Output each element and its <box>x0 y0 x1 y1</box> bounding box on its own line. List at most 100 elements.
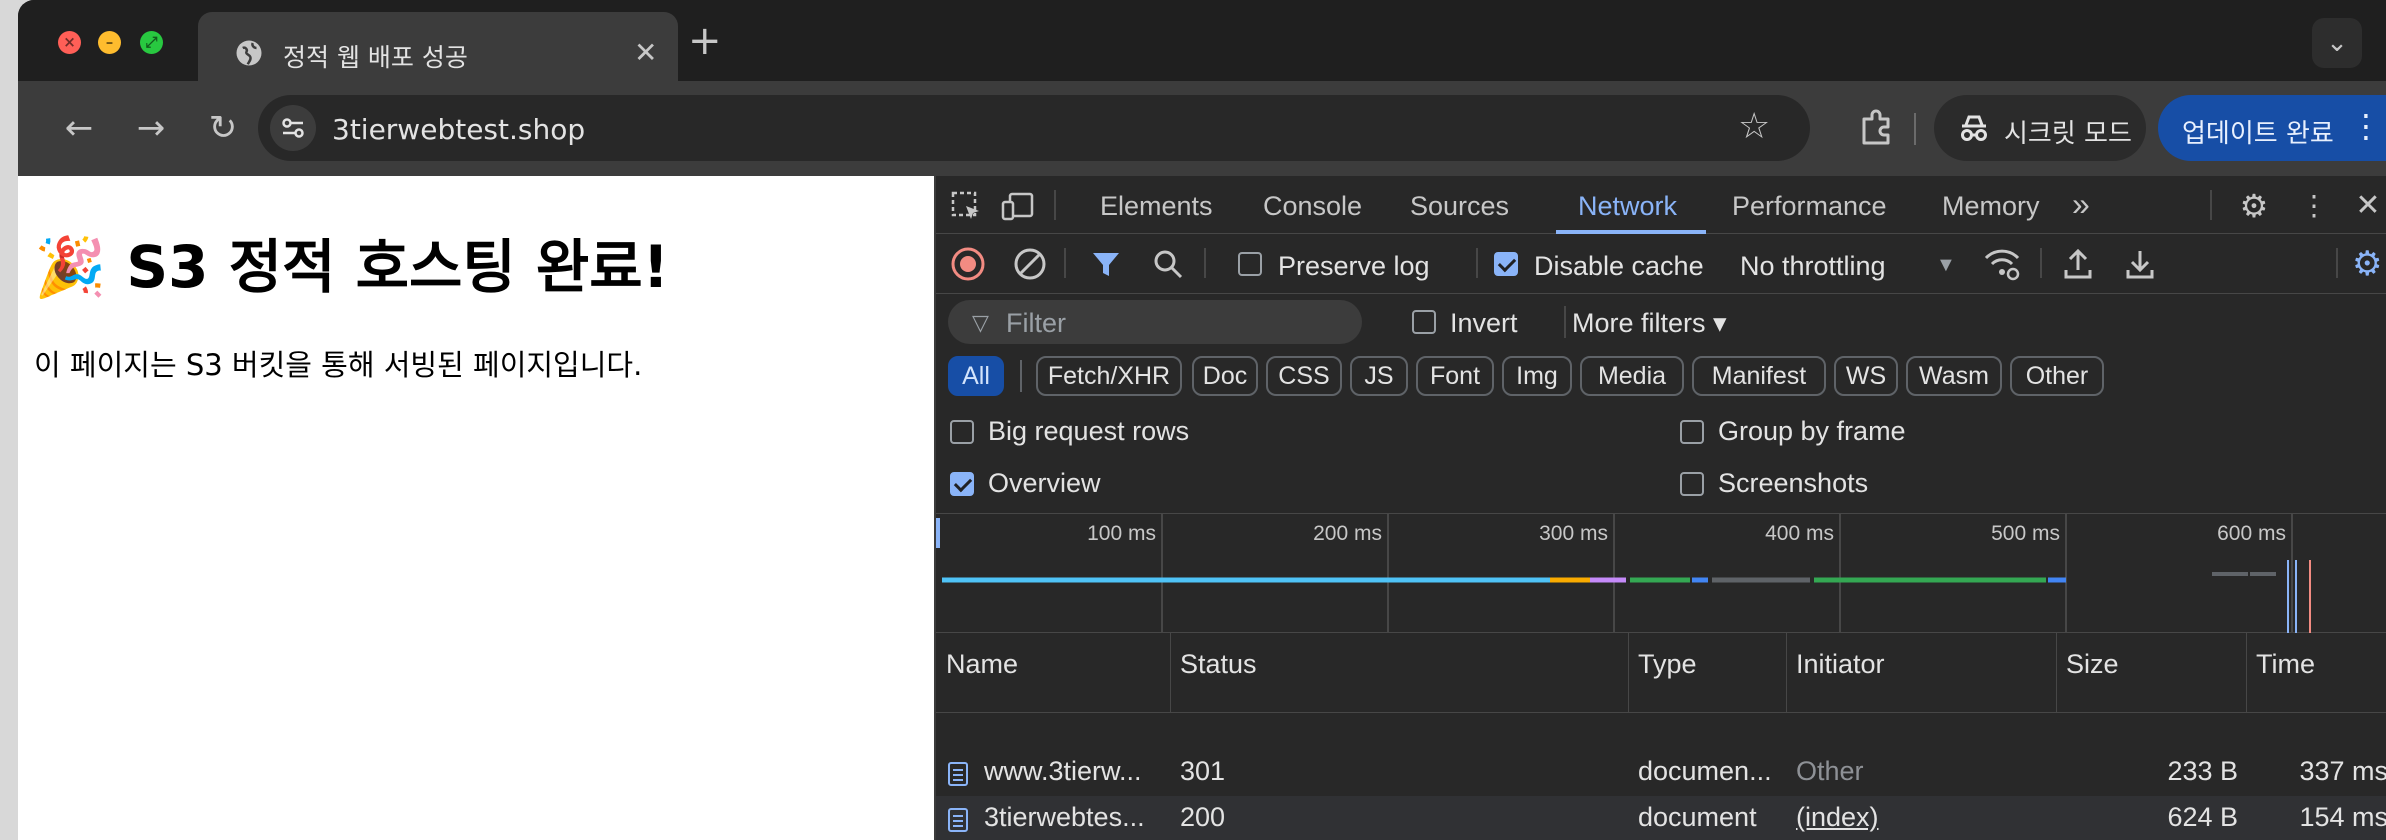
filter-chip-ws[interactable]: WS <box>1834 356 1898 396</box>
filter-chip-media[interactable]: Media <box>1580 356 1684 396</box>
filter-chip-font[interactable]: Font <box>1416 356 1494 396</box>
tab-performance[interactable]: Performance <box>1732 191 1887 222</box>
clear-log-icon[interactable] <box>1012 246 1048 282</box>
column-time[interactable]: Time <box>2256 649 2315 680</box>
big-request-rows-checkbox[interactable] <box>950 420 974 444</box>
toolbar-divider <box>1204 248 1206 278</box>
browser-tab[interactable]: 정적 웹 배포 성공 ✕ <box>198 12 678 81</box>
forward-button[interactable]: → <box>128 105 174 151</box>
group-by-frame-checkbox[interactable] <box>1680 420 1704 444</box>
extensions-icon[interactable] <box>1852 103 1902 153</box>
table-row[interactable]: www.3tierw... 301 documen... Other 233 B… <box>936 750 2386 796</box>
tune-icon <box>282 118 304 138</box>
filter-chip-other[interactable]: Other <box>2010 356 2104 396</box>
column-divider[interactable] <box>1786 633 1787 712</box>
filter-icon: ▽ <box>972 310 989 335</box>
document-icon <box>948 808 968 832</box>
tab-close-icon[interactable]: ✕ <box>634 36 657 69</box>
tab-network[interactable]: Network <box>1578 191 1677 222</box>
close-window-button[interactable]: × <box>58 31 81 54</box>
tab-search-button[interactable]: ⌄ <box>2312 18 2362 68</box>
toolbar-divider <box>2336 248 2338 278</box>
toolbar-divider <box>1914 113 1916 145</box>
site-info-button[interactable] <box>270 105 316 151</box>
filter-input[interactable]: ▽ Filter <box>948 300 1362 344</box>
devtools-menu-icon[interactable]: ⋮ <box>2296 188 2332 224</box>
url-text[interactable]: 3tierwebtest.shop <box>332 113 585 146</box>
filter-chip-all[interactable]: All <box>948 356 1004 396</box>
filter-funnel-icon[interactable] <box>1088 246 1124 282</box>
timeline-start-handle <box>936 518 940 548</box>
request-time: 154 ms <box>2299 802 2386 832</box>
table-row[interactable]: 3tierwebtes... 200 document (index) 624 … <box>936 796 2386 840</box>
back-button[interactable]: ← <box>56 105 102 151</box>
page-body-text: 이 페이지는 S3 버킷을 통해 서빙된 페이지입니다. <box>34 348 643 382</box>
disable-cache-checkbox[interactable] <box>1494 252 1518 276</box>
column-initiator[interactable]: Initiator <box>1796 649 1885 680</box>
column-name[interactable]: Name <box>946 649 1018 680</box>
column-status[interactable]: Status <box>1180 649 1257 680</box>
settings-gear-icon[interactable]: ⚙ <box>2236 188 2272 224</box>
column-size[interactable]: Size <box>2066 649 2119 680</box>
search-icon[interactable] <box>1150 246 1186 282</box>
preserve-log-checkbox[interactable] <box>1238 252 1262 276</box>
filter-chip-doc[interactable]: Doc <box>1192 356 1258 396</box>
filter-chip-js[interactable]: JS <box>1350 356 1408 396</box>
overview-checkbox[interactable] <box>950 472 974 496</box>
minimize-window-button[interactable]: – <box>98 31 121 54</box>
column-divider[interactable] <box>2056 633 2057 712</box>
new-tab-button[interactable]: + <box>688 18 722 64</box>
import-har-icon[interactable] <box>2060 246 2096 282</box>
network-conditions-icon[interactable] <box>1982 246 2022 282</box>
device-toolbar-icon[interactable] <box>1000 188 1036 224</box>
timeline-chart: 100 ms 200 ms 300 ms 400 ms 500 ms 600 m… <box>936 514 2311 634</box>
timeline-tick-label: 500 ms <box>1991 522 2060 545</box>
filter-chip-img[interactable]: Img <box>1502 356 1572 396</box>
column-type[interactable]: Type <box>1638 649 1697 680</box>
tab-elements[interactable]: Elements <box>1100 191 1213 222</box>
menu-dots-icon[interactable]: ⋮ <box>2350 107 2382 145</box>
network-settings-gear-icon[interactable]: ⚙ <box>2352 244 2382 284</box>
incognito-button[interactable]: 시크릿 모드 <box>1934 95 2146 161</box>
tab-sources[interactable]: Sources <box>1410 191 1509 222</box>
dropdown-arrow-icon[interactable]: ▼ <box>1936 254 1956 277</box>
column-divider[interactable] <box>1170 633 1171 712</box>
throttling-select[interactable]: No throttling <box>1740 251 1886 282</box>
invert-checkbox[interactable] <box>1412 310 1436 334</box>
tab-divider <box>1054 190 1056 220</box>
more-tabs-icon[interactable]: » <box>2072 186 2090 223</box>
tab-divider <box>2210 190 2212 220</box>
tab-memory[interactable]: Memory <box>1942 191 2040 222</box>
tab-strip: × – ⤢ 정적 웹 배포 성공 ✕ + ⌄ <box>18 0 2386 81</box>
incognito-label: 시크릿 모드 <box>2004 119 2132 149</box>
bookmark-star-icon[interactable]: ☆ <box>1738 106 1770 147</box>
more-filters-dropdown[interactable]: More filters ▾ <box>1572 308 1727 339</box>
filter-placeholder: Filter <box>1006 308 1066 338</box>
record-stop-icon[interactable] <box>950 246 986 282</box>
filter-chip-wasm[interactable]: Wasm <box>1906 356 2002 396</box>
filter-chip-fetch-xhr[interactable]: Fetch/XHR <box>1036 356 1182 396</box>
close-devtools-icon[interactable]: ✕ <box>2350 188 2386 224</box>
export-har-icon[interactable] <box>2122 246 2158 282</box>
network-toolbar: Preserve log Disable cache No throttling… <box>936 234 2386 294</box>
screenshots-checkbox[interactable] <box>1680 472 1704 496</box>
request-size: 624 B <box>2167 802 2238 832</box>
toolbar-divider <box>1476 248 1478 278</box>
requests-table-header: Name Status Type Initiator Size Time <box>936 633 2386 713</box>
zoom-window-button[interactable]: ⤢ <box>140 31 163 54</box>
request-size: 233 B <box>2167 756 2238 786</box>
browser-window: × – ⤢ 정적 웹 배포 성공 ✕ + ⌄ ← → ↻ 3tierwebtes… <box>18 0 2386 840</box>
filter-chip-css[interactable]: CSS <box>1266 356 1342 396</box>
inspect-element-icon[interactable] <box>948 188 984 224</box>
filter-chip-manifest[interactable]: Manifest <box>1692 356 1826 396</box>
network-overview-timeline[interactable]: 100 ms 200 ms 300 ms 400 ms 500 ms 600 m… <box>936 513 2386 634</box>
column-divider[interactable] <box>2246 633 2247 712</box>
request-initiator-link[interactable]: (index) <box>1796 802 1879 833</box>
update-button[interactable]: 업데이트 완료 ⋮ <box>2158 95 2386 161</box>
address-bar[interactable]: 3tierwebtest.shop ☆ <box>258 95 1810 161</box>
web-page-viewport: 🎉 S3 정적 호스팅 완료! 이 페이지는 S3 버킷을 통해 서빙된 페이지… <box>18 176 934 840</box>
toolbar-divider <box>1564 306 1566 338</box>
reload-button[interactable]: ↻ <box>200 105 246 151</box>
column-divider[interactable] <box>1628 633 1629 712</box>
tab-console[interactable]: Console <box>1263 191 1362 222</box>
